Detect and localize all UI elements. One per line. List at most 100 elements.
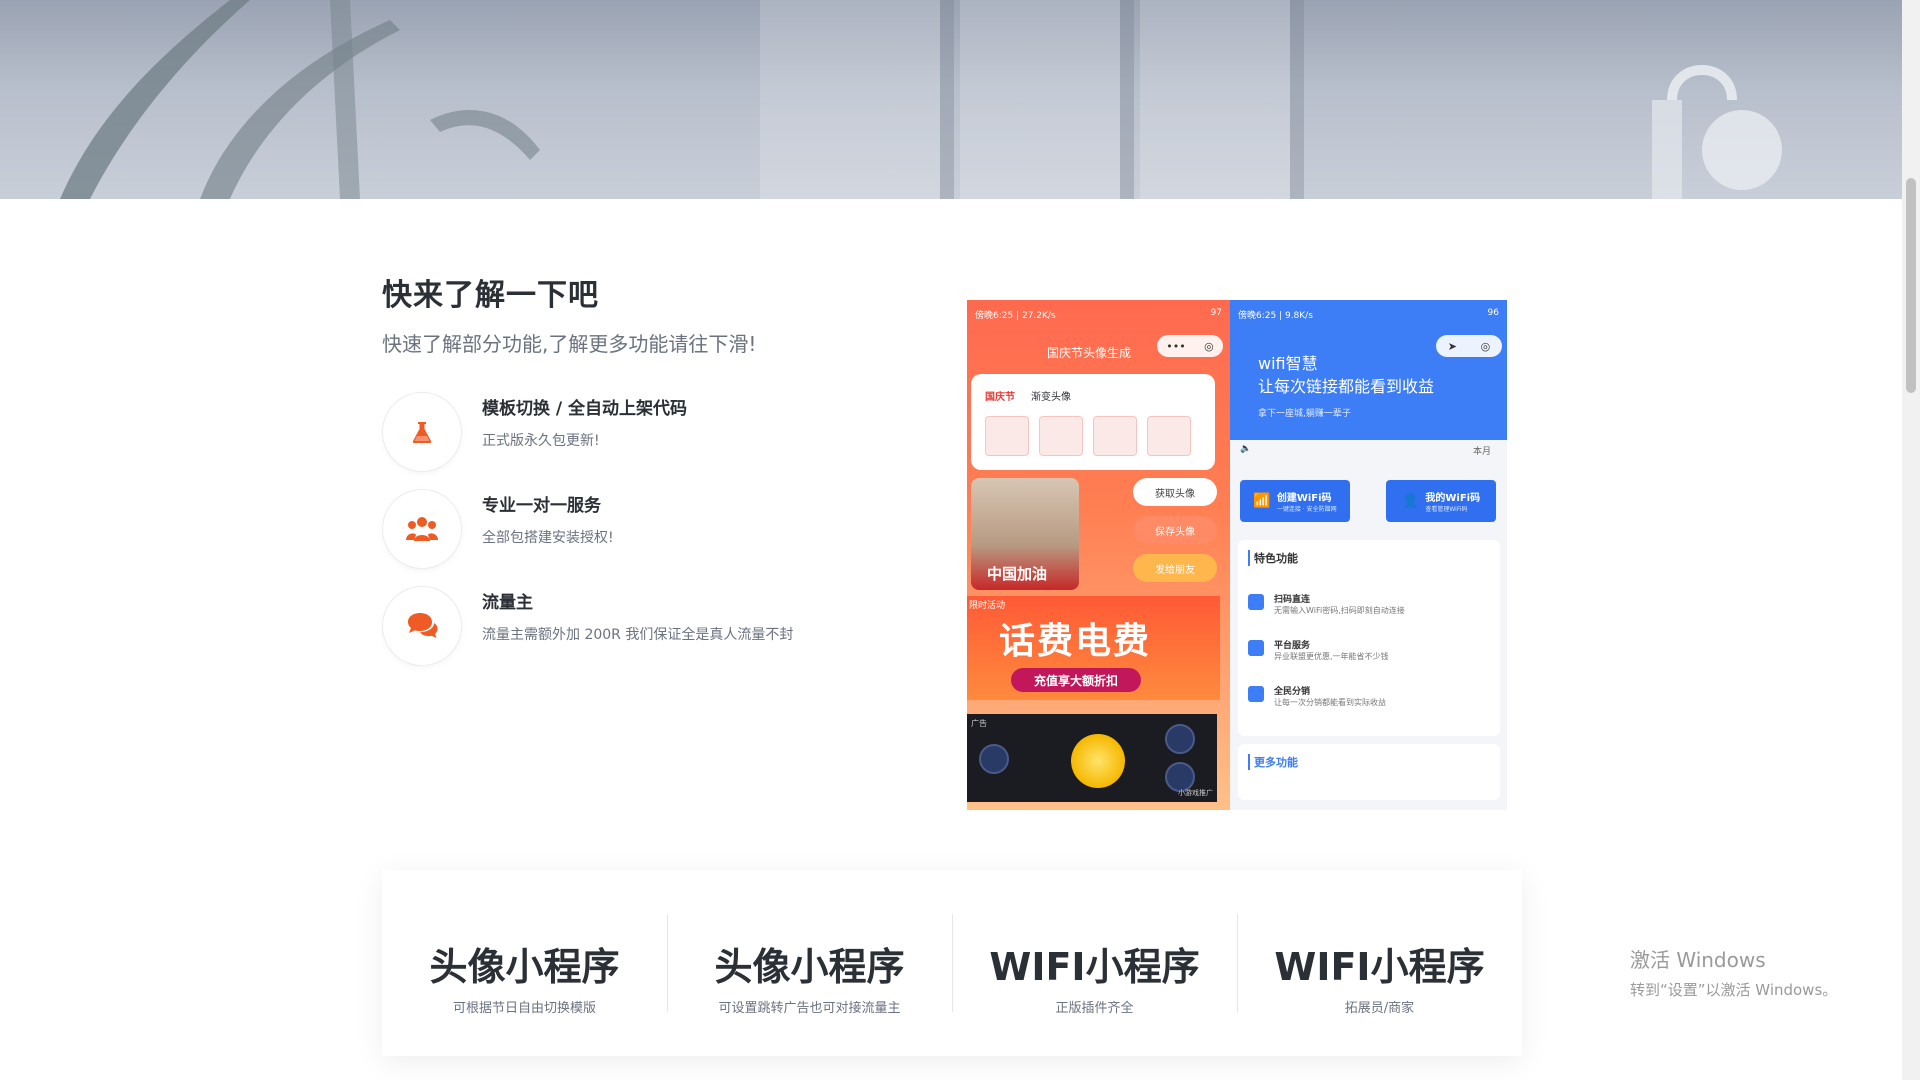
feature-icon-circle — [382, 586, 462, 666]
wifi-feature-name: 全民分销 — [1274, 687, 1311, 697]
feature-card-title: 特色功能 — [1248, 550, 1298, 566]
create-wifi-label: 创建WiFi码 一键连接 · 安全防蹭网 — [1277, 489, 1337, 513]
watermark-subtitle: 转到“设置”以激活 Windows。 — [1630, 981, 1838, 999]
wifi-header: 傍晚6:25 | 9.8K/s 96 ➤ ◎ wifi智慧 让每次链接都能看到收… — [1230, 300, 1507, 440]
game-node — [1165, 724, 1195, 754]
status-bar: 傍晚6:25 | 27.2K/s 97 — [967, 300, 1230, 326]
stat-item: 头像小程序 可设置跳转广告也可对接流量主 — [667, 870, 952, 1056]
feature-desc: 全部包搭建安装授权! — [482, 530, 614, 546]
plant-silhouette — [60, 0, 540, 199]
feature-icon-circle — [382, 489, 462, 569]
stat-caption: 拓展员/商家 — [1344, 1001, 1415, 1016]
feature-item: 流量主 流量主需额外加 200R 我们保证全是真人流量不封 — [382, 586, 942, 683]
stat-item: WIFI小程序 正版插件齐全 — [952, 870, 1237, 1056]
my-wifi-title: 我的WiFi码 — [1425, 493, 1481, 504]
promo-headline: 话费电费 — [999, 621, 1152, 662]
game-node — [979, 744, 1009, 774]
feature-card: 特色功能 扫码直连 无需输入WiFi密码,扫码即刻自动连接 平台服务 异业联盟更… — [1238, 540, 1500, 736]
promo-pill: 充值享大额折扣 — [1011, 668, 1141, 692]
feature-desc: 流量主需额外加 200R 我们保证全是真人流量不封 — [482, 627, 794, 643]
window-frame — [1120, 0, 1134, 199]
windows-activation-watermark: 激活 Windows 转到“设置”以激活 Windows。 — [1630, 944, 1837, 1000]
window-frame — [1290, 0, 1304, 199]
feature-title: 专业一对一服务 — [482, 496, 601, 516]
template-thumb — [1147, 416, 1191, 456]
more-features-link: 更多功能 — [1248, 754, 1298, 770]
ad-note: 小游戏推广 — [1178, 789, 1213, 797]
scrollbar-thumb[interactable] — [1906, 178, 1916, 393]
template-thumb — [1093, 416, 1137, 456]
feature-item: 模板切换 / 全自动上架代码 正式版永久包更新! — [382, 392, 942, 489]
template-thumb — [985, 416, 1029, 456]
stat-title: 头像小程序 — [714, 945, 905, 989]
window-frame — [940, 0, 954, 199]
template-tabs: 国庆节 渐变头像 — [985, 388, 1071, 403]
get-avatar-button: 获取头像 — [1133, 478, 1217, 506]
create-wifi-title: 创建WiFi码 — [1276, 493, 1332, 504]
wifi-icon: 📶 — [1253, 493, 1271, 509]
template-thumbnails — [985, 416, 1191, 456]
template-card: 国庆节 渐变头像 — [971, 374, 1215, 470]
my-wifi-sub: 查看管理WiFi码 — [1425, 506, 1468, 513]
capsule-menu: ••• ◎ — [1157, 335, 1223, 357]
save-avatar-button: 保存头像 — [1133, 516, 1217, 544]
stat-item: WIFI小程序 拓展员/商家 — [1237, 870, 1522, 1056]
wifi-feature-desc: 异业联盟更优惠,一年能省不少钱 — [1274, 652, 1389, 661]
create-wifi-code-button: 📶 创建WiFi码 一键连接 · 安全防蹭网 — [1240, 480, 1350, 522]
shield-icon — [1248, 594, 1264, 610]
game-ad: 广告 小游戏推广 — [967, 714, 1217, 802]
avatar-frame-label: 中国加油 — [987, 565, 1048, 583]
window-pane — [760, 0, 940, 199]
status-battery: 97 — [1210, 308, 1222, 318]
chat-icon — [408, 613, 438, 638]
page-scrollbar[interactable] — [1902, 0, 1920, 1080]
wifi-headline-line2: 让每次链接都能看到收益 — [1258, 377, 1435, 396]
stat-title: WIFI小程序 — [989, 945, 1200, 989]
stat-caption: 正版插件齐全 — [1055, 1001, 1134, 1016]
notice-bar: 🔈 本月 — [1230, 440, 1507, 460]
avatar-preview: 中国加油 — [971, 478, 1079, 590]
monitor-icon — [1248, 640, 1264, 656]
stat-caption: 可根据节日自由切换模版 — [452, 1001, 596, 1016]
capsule-menu: ➤ ◎ — [1436, 335, 1502, 357]
navigate-icon: ➤ — [1447, 339, 1457, 353]
window-pane — [1140, 0, 1290, 199]
stat-item: 头像小程序 可根据节日自由切换模版 — [382, 870, 667, 1056]
status-time: 傍晚6:25 | 9.8K/s — [1238, 311, 1313, 321]
more-icon: ••• — [1166, 339, 1186, 353]
section-subtitle: 快速了解部分功能,了解更多功能请往下滑! — [382, 332, 757, 356]
feature-item: 专业一对一服务 全部包搭建安装授权! — [382, 489, 942, 586]
wifi-headline: wifi智慧 让每次链接都能看到收益 — [1258, 352, 1434, 398]
flask-icon — [412, 422, 432, 443]
status-battery: 96 — [1487, 308, 1499, 318]
promo-banner: 限时活动 话费电费 充值享大额折扣 — [967, 596, 1220, 700]
status-time: 傍晚6:25 | 27.2K/s — [975, 311, 1056, 321]
ad-label: 广告 — [971, 719, 987, 728]
feature-title: 模板切换 / 全自动上架代码 — [482, 399, 688, 419]
notice-right: 本月 — [1472, 447, 1491, 457]
template-thumb — [1039, 416, 1083, 456]
my-wifi-code-button: 👤 我的WiFi码 查看管理WiFi码 — [1386, 480, 1496, 522]
mini-app-title: 国庆节头像生成 — [1047, 346, 1132, 360]
feature-list: 模板切换 / 全自动上架代码 正式版永久包更新! 专业一对一服务 全部包搭建安装… — [382, 392, 942, 683]
speaker-icon: 🔈 — [1240, 444, 1252, 454]
rocket-icon — [1248, 686, 1264, 702]
create-wifi-sub: 一键连接 · 安全防蹭网 — [1276, 506, 1337, 513]
product-stats-bar: 头像小程序 可根据节日自由切换模版 头像小程序 可设置跳转广告也可对接流量主 W… — [382, 870, 1522, 1056]
wifi-slogan: 拿下一座城,躺赚一辈子 — [1258, 409, 1351, 419]
users-icon — [406, 517, 438, 541]
wifi-feature-desc: 让每一次分销都能看到实际收益 — [1274, 698, 1386, 707]
close-icon: ◎ — [1480, 339, 1491, 353]
tab-gradient: 渐变头像 — [1031, 392, 1071, 403]
close-icon: ◎ — [1204, 339, 1214, 353]
wifi-feature-desc: 无需输入WiFi密码,扫码即刻自动连接 — [1274, 606, 1405, 615]
more-card: 更多功能 — [1238, 744, 1500, 800]
feature-title: 流量主 — [482, 593, 533, 613]
wifi-headline-line1: wifi智慧 — [1258, 354, 1318, 373]
share-avatar-button: 发给朋友 — [1133, 554, 1217, 582]
feature-icon-circle — [382, 392, 462, 472]
feature-desc: 正式版永久包更新! — [482, 433, 600, 449]
user-icon: 👤 — [1401, 493, 1420, 509]
stat-title: WIFI小程序 — [1274, 945, 1485, 989]
wifi-app-screenshot: 傍晚6:25 | 9.8K/s 96 ➤ ◎ wifi智慧 让每次链接都能看到收… — [1230, 300, 1507, 810]
